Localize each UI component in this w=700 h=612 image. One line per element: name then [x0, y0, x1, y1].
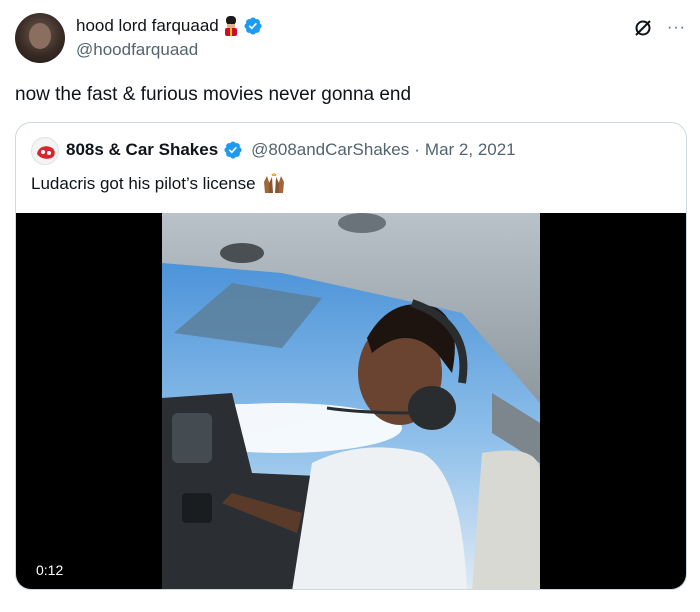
quoted-author-avatar[interactable]	[31, 137, 59, 165]
author-name-row[interactable]: hood lord farquaad	[76, 16, 263, 36]
tweet: hood lord farquaad @hoodfarquaad ··· now…	[0, 0, 700, 612]
quoted-text-row: Ludacris got his pilot’s license	[31, 173, 286, 195]
grok-icon[interactable]	[633, 18, 653, 38]
raising-hands-emoji-icon	[263, 173, 284, 193]
author-handle[interactable]: @hoodfarquaad	[76, 40, 198, 60]
author-avatar[interactable]	[15, 13, 65, 63]
quoted-tweet-card[interactable]: 808s & Car Shakes @808andCarShakes · Mar…	[15, 122, 687, 590]
video-player[interactable]: 0:12	[16, 213, 686, 589]
video-frame[interactable]	[162, 213, 540, 589]
meta-separator: ·	[414, 140, 420, 159]
video-still-image	[162, 213, 540, 589]
author-name[interactable]: hood lord farquaad	[76, 16, 219, 36]
verified-icon	[224, 141, 242, 159]
quoted-header: 808s & Car Shakes @808andCarShakes · Mar…	[66, 140, 516, 160]
quoted-avatar-logo	[37, 146, 55, 159]
verified-icon	[244, 17, 262, 35]
top-actions: ···	[633, 18, 686, 38]
video-duration-badge: 0:12	[28, 559, 72, 581]
quoted-author-name[interactable]: 808s & Car Shakes	[66, 140, 218, 160]
guard-emoji-icon	[224, 16, 237, 36]
quoted-text: Ludacris got his pilot’s license	[31, 174, 256, 193]
quoted-author-handle[interactable]: @808andCarShakes	[251, 140, 409, 160]
tweet-text: now the fast & furious movies never gonn…	[15, 84, 412, 105]
quoted-date[interactable]: Mar 2, 2021	[425, 140, 516, 160]
more-icon[interactable]: ···	[667, 20, 686, 36]
